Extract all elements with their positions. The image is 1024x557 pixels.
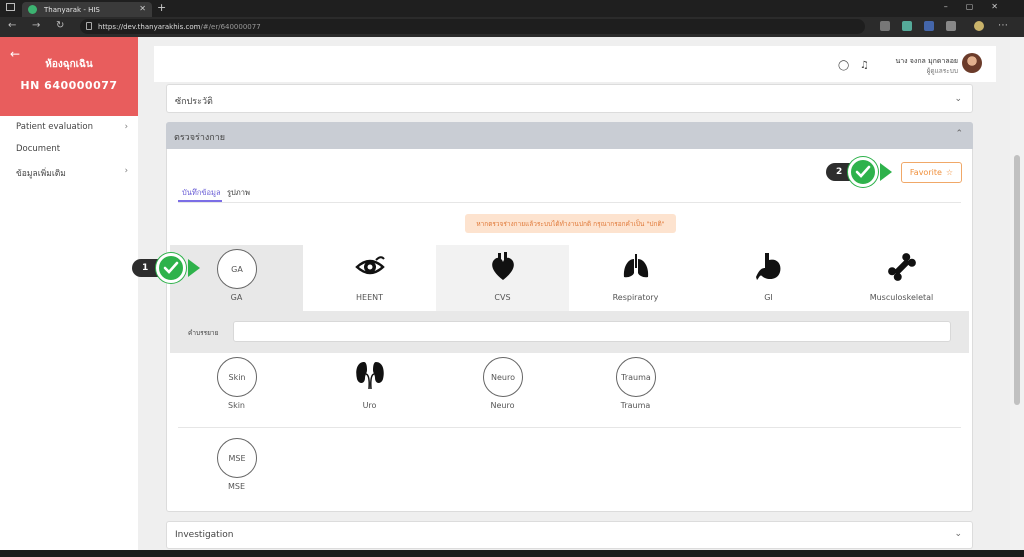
new-tab-icon[interactable]: +	[157, 1, 166, 14]
system-label: Respiratory	[612, 293, 659, 302]
star-icon: ☆	[945, 168, 954, 177]
bell-icon[interactable]: ♫	[860, 60, 869, 71]
description-input[interactable]	[233, 321, 951, 342]
window-menu-icon[interactable]	[6, 3, 15, 11]
system-tile-uro[interactable]: Uro	[303, 353, 436, 413]
system-tile-ga[interactable]: GA GA	[170, 245, 303, 311]
sidebar: ← ห้องฉุกเฉิน HN 640000077 Patient evalu…	[0, 37, 138, 557]
accordion-title: ตรวจร่างกาย	[174, 133, 226, 143]
sidebar-header: ← ห้องฉุกเฉิน HN 640000077	[0, 37, 138, 116]
system-label: CVS	[494, 293, 511, 302]
check-icon	[156, 253, 186, 283]
user-role: ผู้ดูแลระบบ	[926, 67, 958, 75]
system-label: Trauma	[620, 401, 651, 410]
system-tile-gi[interactable]: GI	[702, 245, 835, 311]
ga-circle: GA	[217, 249, 257, 289]
mse-circle: MSE	[217, 438, 257, 478]
favorite-label: Favorite	[909, 168, 942, 177]
row-divider	[178, 427, 961, 428]
skin-circle: Skin	[217, 357, 257, 397]
accordion-investigation[interactable]: Investigation ⌄	[166, 521, 973, 549]
chevron-up-icon: ⌃	[955, 129, 963, 139]
url-host: https://dev.thanyarakhis.com	[98, 22, 201, 31]
site-favicon-icon	[28, 5, 37, 14]
kidney-icon	[356, 362, 384, 390]
pointer-arrow-icon	[188, 259, 200, 277]
sidebar-title: ห้องฉุกเฉิน	[45, 59, 93, 70]
description-row: คำบรรยาย	[170, 311, 969, 353]
reload-icon[interactable]: ↻	[56, 20, 64, 31]
tracking-icon[interactable]	[880, 21, 890, 31]
os-taskbar	[0, 550, 1024, 557]
neuro-circle: Neuro	[483, 357, 523, 397]
collections-icon[interactable]	[946, 21, 956, 31]
sidebar-item-label: Patient evaluation	[16, 122, 94, 132]
chat-icon[interactable]: ◯	[838, 60, 849, 71]
sidebar-item-label: Document	[16, 144, 61, 154]
lock-icon	[86, 22, 92, 30]
lungs-icon	[623, 254, 649, 278]
browser-tab-bar: Thanyarak - HIS ✕ + –▢✕	[0, 0, 1024, 17]
system-label: HEENT	[356, 293, 383, 302]
chevron-down-icon: ⌄	[954, 529, 962, 539]
close-tab-icon[interactable]: ✕	[139, 4, 146, 13]
eye-icon	[355, 256, 385, 275]
system-label: GA	[230, 293, 243, 302]
sidebar-item-additional-info[interactable]: ข้อมูลเพิ่มเติม ›	[16, 166, 128, 180]
extension-icon[interactable]	[924, 21, 934, 31]
chevron-right-icon: ›	[124, 122, 128, 132]
system-tile-respiratory[interactable]: Respiratory	[569, 245, 702, 311]
profile-icon[interactable]	[974, 21, 984, 31]
system-tile-cvs[interactable]: CVS	[436, 245, 569, 311]
description-label: คำบรรยาย	[188, 329, 219, 337]
heart-icon	[492, 252, 514, 280]
sidebar-item-label: ข้อมูลเพิ่มเติม	[16, 169, 66, 179]
tab-images[interactable]: รูปภาพ	[227, 187, 250, 199]
accordion-title: Investigation	[175, 530, 234, 540]
system-label: Uro	[362, 401, 377, 410]
browser-toolbar: ← → ↻ https://dev.thanyarakhis.com/#/er/…	[0, 17, 1024, 37]
avatar[interactable]	[962, 53, 982, 73]
system-tile-neuro[interactable]: Neuro Neuro	[436, 353, 569, 413]
accordion-physical-exam-header[interactable]: ตรวจร่างกาย ⌃	[166, 122, 973, 149]
hn-number: HN 640000077	[20, 79, 118, 92]
bone-icon	[888, 253, 916, 281]
forward-icon[interactable]: →	[32, 20, 40, 31]
system-label: GI	[764, 293, 773, 302]
favorite-button[interactable]: Favorite ☆	[901, 162, 962, 183]
url-path: /#/er/640000077	[200, 22, 261, 31]
sidebar-item-document[interactable]: Document	[16, 144, 128, 154]
trauma-circle: Trauma	[616, 357, 656, 397]
tab-divider	[178, 202, 961, 203]
chevron-right-icon: ›	[124, 166, 128, 176]
pointer-arrow-icon	[880, 163, 892, 181]
accordion-title: ซักประวัติ	[175, 97, 213, 107]
system-tile-skin[interactable]: Skin Skin	[170, 353, 303, 413]
more-icon[interactable]: ⋯	[998, 20, 1008, 31]
system-tile-heent[interactable]: HEENT	[303, 245, 436, 311]
system-label: MSE	[227, 482, 246, 491]
window-controls[interactable]: –▢✕	[944, 2, 1016, 11]
system-label: Musculoskeletal	[869, 293, 934, 302]
accordion-history[interactable]: ซักประวัติ ⌄	[166, 84, 973, 113]
chevron-down-icon: ⌄	[954, 94, 962, 104]
scrollbar-thumb[interactable]	[1014, 155, 1020, 405]
notice-banner: หากตรวจร่างกายแล้วระบบได้ทำงานปกติ กรุณา…	[465, 214, 676, 233]
stomach-icon	[756, 253, 781, 280]
browser-tab[interactable]: Thanyarak - HIS ✕	[22, 2, 152, 17]
system-tile-trauma[interactable]: Trauma Trauma	[569, 353, 702, 413]
tab-record[interactable]: บันทึกข้อมูล	[182, 187, 221, 199]
system-label: Skin	[227, 401, 245, 410]
system-label: Neuro	[490, 401, 515, 410]
system-tile-musculoskeletal[interactable]: Musculoskeletal	[835, 245, 968, 311]
address-bar[interactable]: https://dev.thanyarakhis.com/#/er/640000…	[80, 19, 865, 34]
back-icon[interactable]: ←	[8, 20, 16, 31]
system-tile-mse[interactable]: MSE MSE	[170, 434, 303, 494]
sidebar-item-patient-evaluation[interactable]: Patient evaluation ›	[16, 122, 128, 132]
extension-icon[interactable]	[902, 21, 912, 31]
browser-tab-title: Thanyarak - HIS	[44, 5, 100, 14]
check-icon	[848, 157, 878, 187]
